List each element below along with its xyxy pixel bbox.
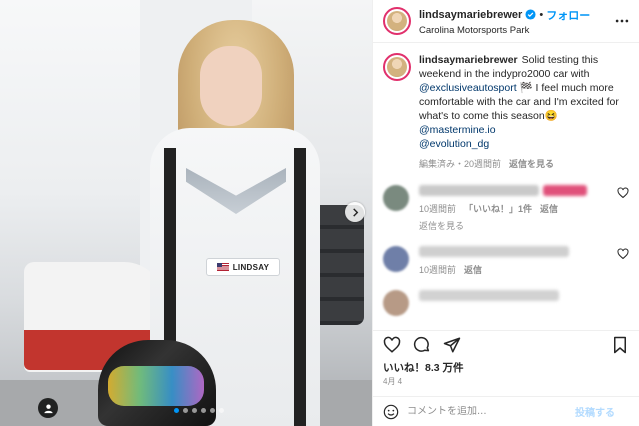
add-comment-bar: 投稿する: [373, 396, 639, 426]
view-replies-link[interactable]: 返信を見る: [419, 219, 611, 232]
caption-meta: 編集済み・20週間前 返信を見る: [419, 157, 629, 171]
comment-meta: 10週間前 「いいね！」1件 返信: [419, 202, 611, 215]
comment-likes[interactable]: 「いいね！」1件: [464, 204, 532, 214]
header-line: lindsaymariebrewer • フォロー: [419, 7, 613, 23]
comment-text-blurred: [419, 290, 559, 301]
instagram-post: LINDSAY lindsaymariebrewer • フォロー Caroli…: [0, 0, 639, 426]
emoji-smiley-icon[interactable]: [383, 404, 399, 420]
comment-time: 10週間前: [419, 204, 457, 214]
comment-item: 10週間前 返信: [383, 246, 629, 276]
driver-figure: LINDSAY: [0, 0, 372, 426]
heart-icon[interactable]: [617, 248, 629, 260]
mention-exclusiveautosport[interactable]: @exclusiveautosport: [419, 82, 517, 94]
author-avatar[interactable]: [383, 7, 411, 35]
user-icon: [43, 403, 53, 413]
caption-username[interactable]: lindsaymariebrewer: [419, 54, 518, 66]
suit-stripe-right: [294, 148, 306, 426]
caption-body: lindsaymariebrewer Solid testing this wee…: [419, 53, 629, 171]
suit-chevron: [186, 168, 286, 214]
comment-text-blurred: [419, 185, 539, 196]
follow-button[interactable]: フォロー: [546, 7, 590, 23]
suit-name-label: LINDSAY: [232, 262, 270, 272]
carousel-indicator: [174, 408, 224, 413]
post-header: lindsaymariebrewer • フォロー Carolina Motor…: [373, 0, 639, 43]
caption-avatar[interactable]: [383, 53, 411, 81]
post-date: 4月 4: [383, 377, 403, 386]
carousel-dot: [174, 408, 179, 413]
comment-time: 10週間前: [419, 265, 457, 275]
carousel-next-button[interactable]: [345, 202, 365, 222]
mention-mastermine[interactable]: @mastermine.io: [419, 124, 496, 136]
us-flag-icon: [216, 263, 229, 271]
tagged-users-button[interactable]: [38, 398, 58, 418]
verified-badge-icon: [525, 9, 536, 20]
heart-icon[interactable]: [617, 187, 629, 199]
comment-meta: 10週間前 返信: [419, 263, 611, 276]
more-options-button[interactable]: [613, 12, 631, 30]
comment-text-blurred: [419, 246, 569, 257]
carousel-dot: [219, 408, 224, 413]
post-photo[interactable]: LINDSAY: [0, 0, 372, 426]
header-text: lindsaymariebrewer • フォロー Carolina Motor…: [419, 7, 613, 36]
driver-face: [200, 46, 262, 126]
carousel-dot: [192, 408, 197, 413]
racing-helmet: [98, 340, 216, 426]
action-bar: [373, 330, 639, 358]
post-comment-button[interactable]: 投稿する: [575, 404, 615, 419]
comment-reply-button[interactable]: 返信: [464, 265, 482, 275]
like-heart-icon[interactable]: [383, 336, 401, 354]
author-username[interactable]: lindsaymariebrewer: [419, 9, 522, 21]
suit-name-tag: LINDSAY: [206, 258, 280, 276]
post-side-panel: lindsaymariebrewer • フォロー Carolina Motor…: [372, 0, 639, 426]
share-paper-plane-icon[interactable]: [443, 336, 461, 354]
ellipsis-icon: [615, 19, 629, 23]
comment-item: [383, 290, 629, 316]
caption-time: 編集済み・20週間前: [419, 159, 502, 169]
comment-emoji-blurred: [543, 185, 587, 196]
bookmark-icon[interactable]: [611, 336, 629, 354]
comment-bubble-icon[interactable]: [413, 336, 431, 354]
caption-view-replies[interactable]: 返信を見る: [509, 159, 554, 169]
chevron-right-icon: [352, 207, 358, 217]
post-caption: lindsaymariebrewer Solid testing this wee…: [383, 53, 629, 171]
mention-evolution-dg[interactable]: @evolution_dg: [419, 138, 489, 150]
comment-input[interactable]: [407, 406, 575, 417]
likes-count[interactable]: いいね！8.3 万件: [373, 358, 639, 374]
comment-body: 10週間前 返信: [419, 246, 611, 276]
carousel-dot: [210, 408, 215, 413]
comment-reply-button[interactable]: 返信: [540, 204, 558, 214]
comments-section: lindsaymariebrewer Solid testing this wee…: [373, 43, 639, 330]
commenter-avatar[interactable]: [383, 185, 409, 211]
header-separator: •: [539, 8, 544, 21]
helmet-visor: [108, 366, 204, 406]
carousel-dot: [183, 408, 188, 413]
comment-body: 10週間前 「いいね！」1件 返信 返信を見る: [419, 185, 611, 232]
post-location[interactable]: Carolina Motorsports Park: [419, 25, 613, 36]
comment-body: [419, 290, 629, 316]
commenter-avatar[interactable]: [383, 246, 409, 272]
commenter-avatar[interactable]: [383, 290, 409, 316]
carousel-dot: [201, 408, 206, 413]
comment-item: 10週間前 「いいね！」1件 返信 返信を見る: [383, 185, 629, 232]
